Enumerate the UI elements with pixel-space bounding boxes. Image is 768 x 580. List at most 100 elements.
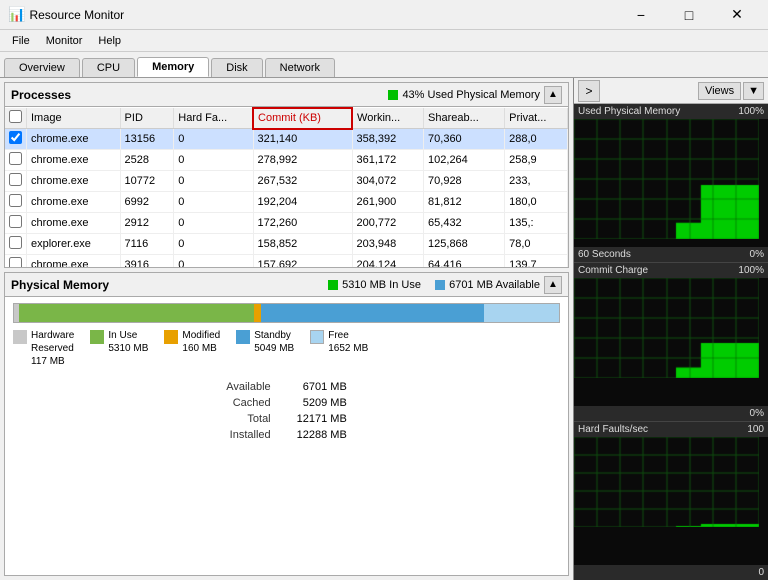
row-shareable: 64,416: [424, 255, 505, 268]
row-private: 288,0: [505, 129, 568, 150]
row-checkbox-3[interactable]: [9, 194, 22, 207]
detail-total-label: Total: [214, 412, 282, 426]
process-table-body: chrome.exe 13156 0 321,140 358,392 70,36…: [5, 129, 568, 268]
tab-memory[interactable]: Memory: [137, 57, 209, 77]
tab-overview[interactable]: Overview: [4, 58, 80, 77]
row-hard-faults: 0: [174, 255, 253, 268]
processes-status-text: 43% Used Physical Memory: [402, 89, 540, 101]
menu-help[interactable]: Help: [90, 33, 129, 49]
table-row: chrome.exe 2912 0 172,260 200,772 65,432…: [5, 213, 568, 234]
table-row: chrome.exe 3916 0 157,692 204,124 64,416…: [5, 255, 568, 268]
row-commit: 278,992: [253, 150, 352, 171]
row-working: 361,172: [352, 150, 424, 171]
legend-hardware-reserved: HardwareReserved117 MB: [13, 329, 74, 368]
chart-time-label: 60 Seconds: [578, 249, 631, 260]
tab-cpu[interactable]: CPU: [82, 58, 135, 77]
tab-disk[interactable]: Disk: [211, 58, 262, 77]
legend-color-standby: [236, 330, 250, 344]
row-checkbox-cell: [5, 255, 27, 268]
row-checkbox-5[interactable]: [9, 236, 22, 249]
processes-table-scroll[interactable]: Image PID Hard Fa... Commit (KB) Workin.…: [5, 107, 568, 267]
window-controls: − □ ✕: [618, 0, 760, 30]
menu-bar: File Monitor Help: [0, 30, 768, 52]
chart-canvas-hard-faults: [574, 437, 759, 527]
app-title: Resource Monitor: [29, 8, 618, 22]
used-physical-memory-chart: Used Physical Memory 100% 60 Seconds 0%: [574, 104, 768, 263]
row-pid: 10772: [120, 171, 174, 192]
chart-min-used-physical: 0%: [750, 249, 764, 260]
table-row: chrome.exe 2528 0 278,992 361,172 102,26…: [5, 150, 568, 171]
maximize-button[interactable]: □: [666, 0, 712, 30]
col-shareable[interactable]: Shareab...: [424, 108, 505, 129]
row-commit: 267,532: [253, 171, 352, 192]
bar-modified: [254, 304, 261, 322]
bar-free: [484, 304, 559, 322]
bar-standby: [261, 304, 484, 322]
processes-header: Processes 43% Used Physical Memory ▲: [5, 83, 568, 107]
row-image: explorer.exe: [27, 234, 121, 255]
row-checkbox-cell: [5, 150, 27, 171]
memory-collapse-btn[interactable]: ▲: [544, 276, 562, 294]
table-row: explorer.exe 7116 0 158,852 203,948 125,…: [5, 234, 568, 255]
row-commit: 157,692: [253, 255, 352, 268]
hard-faults-chart: Hard Faults/sec 100 0: [574, 422, 768, 580]
memory-details-table: Available 6701 MB Cached 5209 MB Total 1…: [212, 378, 361, 444]
row-image: chrome.exe: [27, 171, 121, 192]
row-checkbox-cell: [5, 213, 27, 234]
physical-memory-title: Physical Memory: [11, 278, 328, 292]
row-hard-faults: 0: [174, 171, 253, 192]
memory-status: 5310 MB In Use 6701 MB Available: [328, 279, 540, 291]
row-working: 203,948: [352, 234, 424, 255]
col-image[interactable]: Image: [27, 108, 121, 129]
legend-label-inuse: In Use5310 MB: [108, 329, 148, 355]
menu-file[interactable]: File: [4, 33, 38, 49]
legend-free: Free1652 MB: [310, 329, 368, 368]
row-private: 258,9: [505, 150, 568, 171]
tab-network[interactable]: Network: [265, 58, 335, 77]
row-checkbox-0[interactable]: [9, 131, 22, 144]
row-private: 135,:: [505, 213, 568, 234]
row-private: 78,0: [505, 234, 568, 255]
detail-total: Total 12171 MB: [214, 412, 359, 426]
row-commit: 172,260: [253, 213, 352, 234]
col-working[interactable]: Workin...: [352, 108, 424, 129]
table-row: chrome.exe 10772 0 267,532 304,072 70,92…: [5, 171, 568, 192]
commit-charge-chart: Commit Charge 100% 0%: [574, 263, 768, 422]
col-hard-faults[interactable]: Hard Fa...: [174, 108, 253, 129]
right-nav-button[interactable]: >: [578, 80, 600, 102]
row-checkbox-2[interactable]: [9, 173, 22, 186]
chart-min-commit: 0%: [750, 408, 764, 419]
select-all-checkbox[interactable]: [9, 110, 22, 123]
tab-bar: Overview CPU Memory Disk Network: [0, 52, 768, 78]
processes-section: Processes 43% Used Physical Memory ▲ Ima…: [4, 82, 569, 268]
row-checkbox-4[interactable]: [9, 215, 22, 228]
row-pid: 7116: [120, 234, 174, 255]
views-button[interactable]: Views: [698, 82, 741, 100]
memory-bar: [13, 303, 560, 323]
chart-max-hard-faults: 100: [747, 424, 764, 435]
chart-label-hard-faults: Hard Faults/sec 100: [574, 422, 768, 437]
views-container: Views ▼: [698, 82, 764, 100]
row-shareable: 81,812: [424, 192, 505, 213]
close-button[interactable]: ✕: [714, 0, 760, 30]
minimize-button[interactable]: −: [618, 0, 664, 30]
row-pid: 3916: [120, 255, 174, 268]
row-checkbox-cell: [5, 192, 27, 213]
col-pid[interactable]: PID: [120, 108, 174, 129]
row-pid: 2528: [120, 150, 174, 171]
col-private[interactable]: Privat...: [505, 108, 568, 129]
memory-in-use-text: 5310 MB In Use: [342, 279, 421, 291]
col-commit[interactable]: Commit (KB): [253, 108, 352, 129]
chart-title-used-physical: Used Physical Memory: [578, 106, 680, 117]
row-image: chrome.exe: [27, 150, 121, 171]
memory-status-dot: [328, 280, 338, 290]
chart-bottom-label-used-physical: 60 Seconds 0%: [574, 247, 768, 262]
row-image: chrome.exe: [27, 213, 121, 234]
menu-monitor[interactable]: Monitor: [38, 33, 91, 49]
views-dropdown-button[interactable]: ▼: [743, 82, 764, 100]
processes-collapse-btn[interactable]: ▲: [544, 86, 562, 104]
row-checkbox-6[interactable]: [9, 257, 22, 267]
row-checkbox-1[interactable]: [9, 152, 22, 165]
detail-total-value: 12171 MB: [285, 412, 359, 426]
chart-min-hard-faults: 0: [758, 567, 764, 578]
